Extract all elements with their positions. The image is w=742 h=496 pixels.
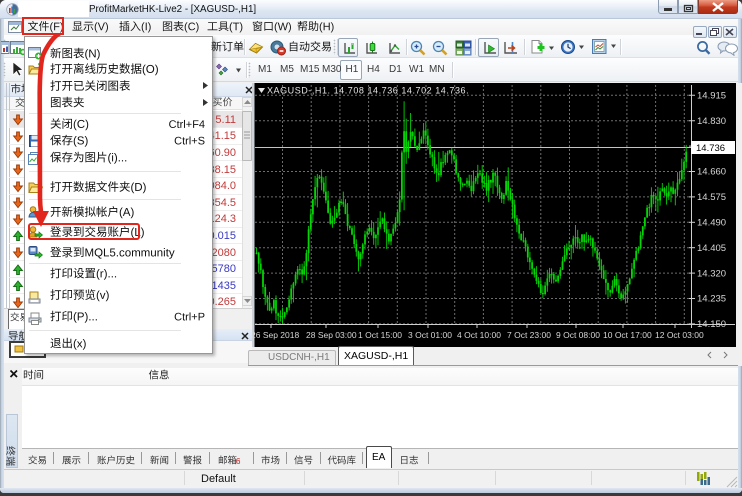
svg-text:XAGUSD-,H1. 14.708 14.736 14.7: XAGUSD-,H1. 14.708 14.736 14.702 14.736. (267, 86, 469, 96)
svg-text:7 Oct 23:00: 7 Oct 23:00 (507, 330, 551, 340)
svg-text:1 Oct 15:00: 1 Oct 15:00 (358, 330, 402, 340)
svg-text:14.915: 14.915 (697, 91, 726, 102)
svg-text:14.736: 14.736 (696, 143, 725, 154)
svg-text:14.575: 14.575 (697, 192, 726, 203)
svg-text:28 Sep 03:00: 28 Sep 03:00 (306, 330, 357, 340)
svg-text:14.320: 14.320 (697, 268, 726, 279)
svg-text:14.150: 14.150 (697, 319, 726, 330)
svg-text:9 Oct 08:00: 9 Oct 08:00 (556, 330, 600, 340)
svg-text:14.490: 14.490 (697, 218, 726, 229)
svg-text:4 Oct 10:00: 4 Oct 10:00 (457, 330, 501, 340)
svg-text:12 Oct 03:00: 12 Oct 03:00 (655, 330, 704, 340)
svg-text:14.830: 14.830 (697, 116, 726, 127)
svg-text:14.405: 14.405 (697, 243, 726, 254)
svg-text:14.235: 14.235 (697, 294, 726, 305)
svg-text:10 Oct 17:00: 10 Oct 17:00 (603, 330, 652, 340)
svg-text:3 Oct 01:00: 3 Oct 01:00 (408, 330, 452, 340)
svg-text:26 Sep 2018: 26 Sep 2018 (252, 330, 299, 340)
svg-text:14.660: 14.660 (697, 167, 726, 178)
